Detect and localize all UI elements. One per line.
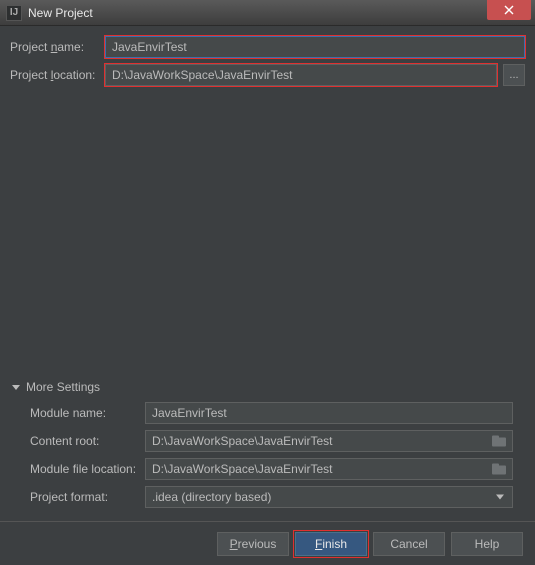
folder-icon [492, 464, 506, 475]
content-root-label: Content root: [30, 434, 145, 448]
module-file-input[interactable]: D:\JavaWorkSpace\JavaEnvirTest [145, 458, 513, 480]
spacer [10, 92, 525, 374]
close-icon [504, 5, 514, 15]
cancel-button[interactable]: Cancel [373, 532, 445, 556]
window-title: New Project [28, 6, 93, 20]
project-format-label: Project format: [30, 490, 145, 504]
module-name-label: Module name: [30, 406, 145, 420]
content-root-input[interactable]: D:\JavaWorkSpace\JavaEnvirTest [145, 430, 513, 452]
previous-button[interactable]: Previous [217, 532, 289, 556]
project-location-input[interactable] [105, 64, 497, 86]
project-name-row: Project name: [10, 36, 525, 58]
dialog-content: Project name: Project location: ... More… [0, 26, 535, 518]
titlebar: IJ New Project [0, 0, 535, 26]
close-button[interactable] [487, 0, 531, 20]
expand-icon [12, 385, 20, 390]
project-name-input[interactable] [105, 36, 525, 58]
project-location-label: Project location: [10, 68, 105, 82]
app-icon: IJ [6, 5, 22, 21]
project-name-label: Project name: [10, 40, 105, 54]
more-settings-toggle[interactable]: More Settings [10, 374, 525, 402]
project-location-row: Project location: ... [10, 64, 525, 86]
module-name-input[interactable] [145, 402, 513, 424]
module-name-row: Module name: [30, 402, 513, 424]
button-bar: Previous Finish Cancel Help [0, 521, 535, 565]
finish-button[interactable]: Finish [295, 532, 367, 556]
module-file-label: Module file location: [30, 462, 145, 476]
app-icon-letter: IJ [10, 7, 18, 18]
browse-location-button[interactable]: ... [503, 64, 525, 86]
module-file-row: Module file location: D:\JavaWorkSpace\J… [30, 458, 513, 480]
folder-icon [492, 436, 506, 447]
help-button[interactable]: Help [451, 532, 523, 556]
content-root-row: Content root: D:\JavaWorkSpace\JavaEnvir… [30, 430, 513, 452]
project-format-row: Project format: .idea (directory based) [30, 486, 513, 508]
more-settings-panel: Module name: Content root: D:\JavaWorkSp… [10, 402, 525, 518]
project-format-select[interactable]: .idea (directory based) [145, 486, 513, 508]
